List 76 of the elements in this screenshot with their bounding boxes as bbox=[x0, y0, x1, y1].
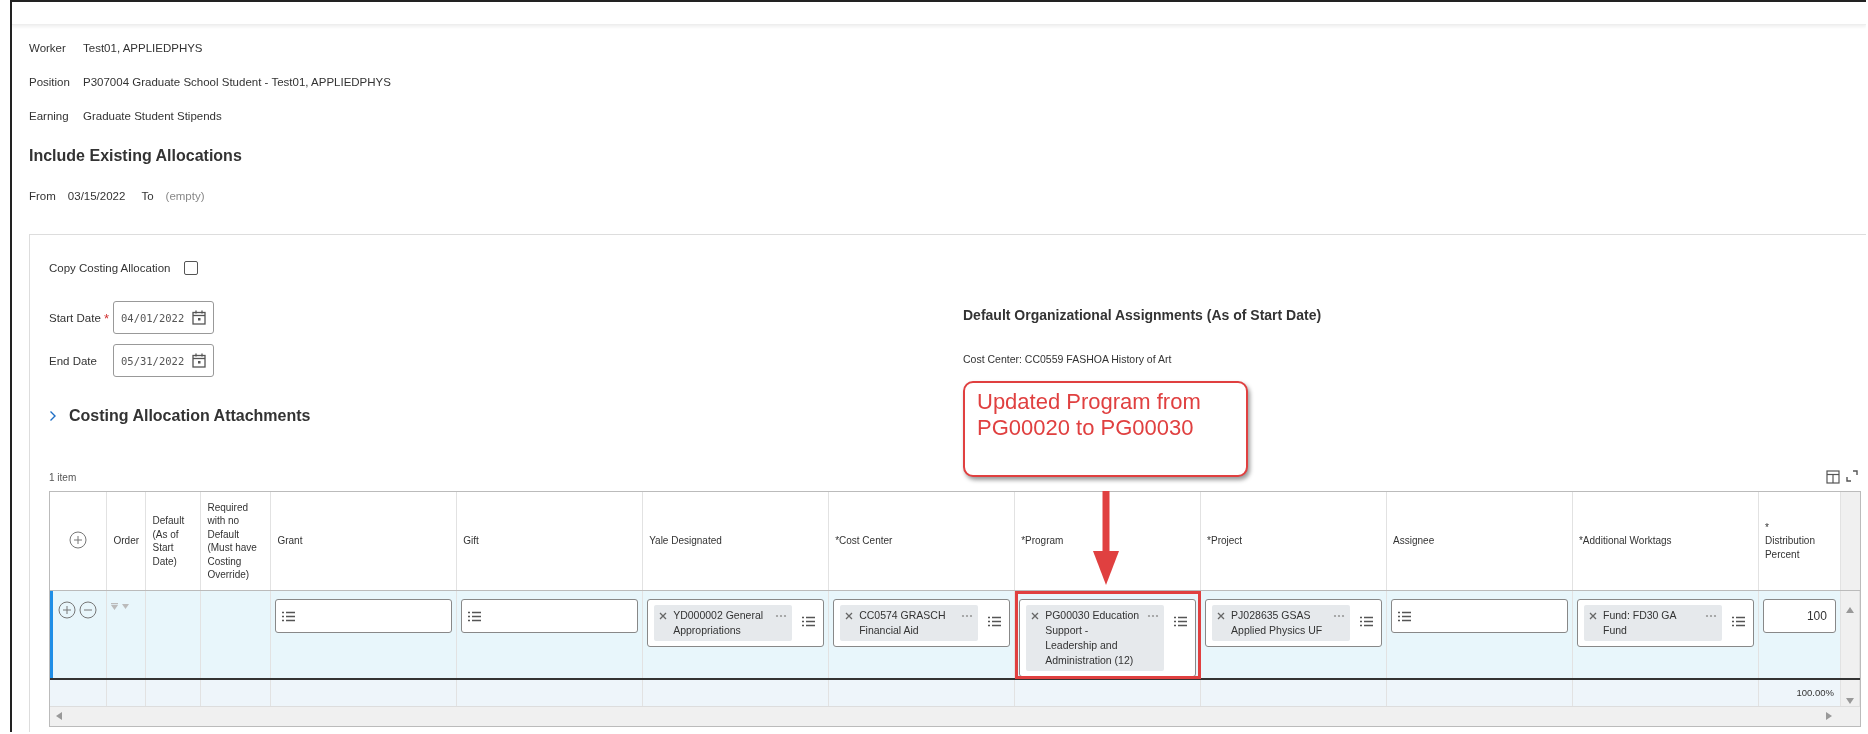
calendar-icon[interactable] bbox=[192, 310, 206, 325]
remove-icon[interactable] bbox=[1217, 612, 1226, 620]
remove-icon[interactable] bbox=[1588, 612, 1597, 620]
section-title: Include Existing Allocations bbox=[29, 147, 243, 166]
field-label: Position bbox=[29, 76, 71, 88]
scroll-up-icon[interactable] bbox=[1845, 607, 1854, 613]
prompt-field[interactable] bbox=[461, 599, 639, 633]
list-icon[interactable] bbox=[1731, 616, 1745, 627]
list-icon[interactable] bbox=[802, 616, 816, 627]
field-value: 03/15/2022 bbox=[67, 190, 126, 202]
scroll-right-icon[interactable] bbox=[1826, 712, 1832, 720]
chevron-icon[interactable] bbox=[49, 410, 57, 422]
remove-icon[interactable] bbox=[79, 601, 97, 619]
total-value: 100.00% bbox=[1796, 687, 1834, 698]
prompt-field[interactable]: PJ028635 GSAS Applied Physics UF bbox=[1205, 599, 1383, 647]
callout-box: Updated Program from PG00020 to PG00030 bbox=[963, 381, 1248, 477]
column-header: Assignee bbox=[1393, 535, 1435, 547]
tag-text: PJ028635 GSAS Applied Physics UF bbox=[1231, 608, 1324, 638]
section-title: Default Organizational Assignments (As of Start Date) bbox=[963, 307, 1323, 323]
list-icon[interactable] bbox=[1174, 616, 1188, 627]
list-icon[interactable] bbox=[1398, 611, 1412, 622]
arrow-icon bbox=[1091, 491, 1121, 587]
percent-field[interactable]: 100 bbox=[1762, 599, 1836, 633]
prompt-field[interactable]: Fund: FD30 GA Fund bbox=[1576, 599, 1754, 647]
field-label: Worker bbox=[29, 42, 67, 54]
list-icon[interactable] bbox=[988, 616, 1002, 627]
calendar-icon[interactable] bbox=[192, 353, 206, 368]
prompt-field[interactable] bbox=[1391, 599, 1568, 633]
prompt-field[interactable]: PG00030 Education Support - Leadership and Administration (12) bbox=[1019, 599, 1197, 677]
date-field[interactable]: 05/31/2022 bbox=[113, 344, 214, 377]
list-icon[interactable] bbox=[282, 611, 296, 622]
column-header: *Program bbox=[1021, 535, 1064, 547]
column-header: *Project bbox=[1207, 535, 1243, 547]
column-header: * Distribution Percent bbox=[1764, 521, 1815, 560]
remove-icon[interactable] bbox=[659, 612, 668, 620]
field-label: Copy Costing Allocation bbox=[49, 262, 171, 274]
scroll-left-icon[interactable] bbox=[56, 712, 62, 720]
list-icon[interactable] bbox=[1360, 616, 1374, 627]
tag-text: CC0574 GRASCH Financial Aid bbox=[859, 608, 947, 638]
columns-icon[interactable] bbox=[1826, 470, 1840, 484]
tag-text: Fund: FD30 GA Fund bbox=[1602, 608, 1678, 638]
item-count: 1 item bbox=[49, 471, 77, 483]
field-value: Test01, APPLIEDPHYS bbox=[83, 42, 203, 54]
field-label: Earning bbox=[29, 110, 70, 122]
list-icon[interactable] bbox=[468, 611, 482, 622]
prompt-field[interactable]: CC0574 GRASCH Financial Aid bbox=[833, 599, 1011, 647]
horizontal-scrollbar[interactable] bbox=[50, 705, 1860, 726]
field-value: Graduate Student Stipends bbox=[83, 110, 222, 122]
add-icon[interactable] bbox=[58, 601, 76, 619]
field-value: (empty) bbox=[165, 190, 205, 202]
column-header: Default (As of Start Date) bbox=[152, 515, 185, 567]
field-value: P307004 Graduate School Student - Test01, APPLIEDPHYS bbox=[83, 76, 391, 88]
required-mark: * bbox=[104, 310, 110, 326]
field-label: To bbox=[141, 190, 154, 202]
column-header: Yale Designated bbox=[649, 535, 722, 547]
remove-icon[interactable] bbox=[1031, 612, 1040, 620]
tag-text: PG00030 Education Support - Leadership and Administration (12) bbox=[1045, 608, 1141, 668]
column-header: *Cost Center bbox=[835, 535, 893, 547]
field-label: End Date bbox=[49, 354, 97, 367]
prompt-field[interactable] bbox=[275, 599, 453, 633]
expand-icon[interactable] bbox=[1846, 470, 1858, 482]
field-label: From bbox=[29, 190, 56, 202]
field-label: Start Date bbox=[49, 311, 101, 324]
prompt-field[interactable]: YD000002 General Appropriations bbox=[647, 599, 825, 647]
checkbox[interactable] bbox=[184, 261, 199, 275]
add-icon[interactable] bbox=[69, 531, 88, 549]
tag-text: YD000002 General Appropriations bbox=[673, 608, 765, 638]
column-header: Required with no Default (Must have Costing Override) bbox=[207, 501, 257, 580]
section-title[interactable]: Costing Allocation Attachments bbox=[69, 407, 311, 425]
cost-center-text: Cost Center: CC0559 FASHOA History of Art bbox=[963, 353, 1173, 365]
column-header: Grant bbox=[277, 535, 303, 547]
column-header: Order bbox=[113, 535, 140, 547]
remove-icon[interactable] bbox=[845, 612, 854, 620]
date-field[interactable]: 04/01/2022 bbox=[113, 301, 214, 334]
column-header: Gift bbox=[463, 535, 479, 547]
column-header: *Additional Worktags bbox=[1578, 535, 1672, 547]
